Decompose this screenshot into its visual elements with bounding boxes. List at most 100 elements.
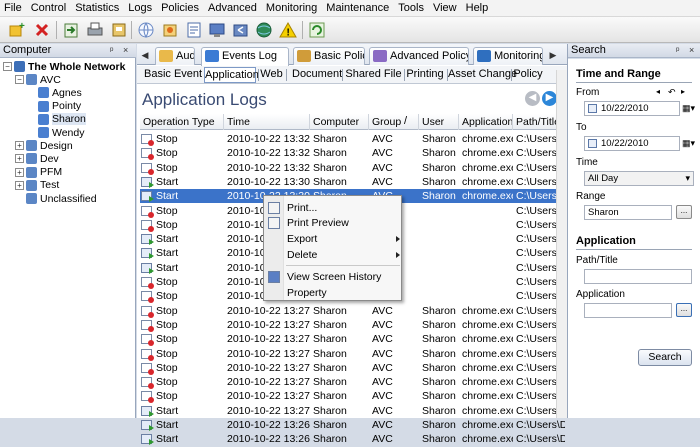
table-row[interactable]: Stop2010-10-22 13:27:45SharonAVCSharonch… bbox=[140, 361, 565, 375]
collapse-icon[interactable]: − bbox=[15, 75, 24, 85]
undo-arrow-icon[interactable]: ↶ bbox=[668, 87, 676, 98]
expand-icon[interactable]: + bbox=[15, 141, 24, 151]
table-row[interactable]: Stop2010-10-22 13:27:45SharonAVCSharonch… bbox=[140, 304, 565, 318]
menu-item-monitoring[interactable]: Monitoring bbox=[266, 2, 317, 14]
tree-item[interactable]: + PFM bbox=[15, 166, 62, 179]
subtab-policy[interactable]: Policy bbox=[513, 67, 543, 83]
range-browse-button[interactable]: ... bbox=[676, 205, 692, 219]
menu-item-advanced[interactable]: Advanced bbox=[208, 2, 257, 14]
subtab-web[interactable]: Web bbox=[259, 67, 284, 83]
application-browse-button[interactable]: ... bbox=[676, 303, 692, 317]
context-menu-item-property[interactable]: Property bbox=[287, 286, 327, 300]
menu-item-help[interactable]: Help bbox=[466, 2, 489, 14]
forward-icon[interactable]: ▶ bbox=[542, 91, 557, 106]
tab-audi[interactable]: Audi bbox=[155, 47, 195, 65]
close-icon[interactable]: × bbox=[689, 44, 694, 57]
vertical-scrollbar[interactable] bbox=[556, 70, 567, 418]
context-menu-item-print-preview[interactable]: Print Preview bbox=[287, 216, 349, 230]
tree-item[interactable]: + Test bbox=[15, 179, 59, 192]
subtab-basic-event[interactable]: Basic Event bbox=[144, 67, 202, 83]
tree-item[interactable]: Wendy bbox=[27, 126, 85, 139]
column-header[interactable]: Time bbox=[224, 114, 310, 130]
table-row[interactable]: Start2010-10-22 13:30:41SharonAVCSharonc… bbox=[140, 175, 565, 189]
context-menu-item-print[interactable]: Print... bbox=[287, 201, 317, 215]
expand-icon[interactable]: + bbox=[15, 154, 24, 164]
range-field[interactable]: Sharon bbox=[584, 205, 672, 220]
tab-scroll-right-icon[interactable]: ▶ bbox=[547, 48, 559, 62]
back-icon[interactable]: ◀ bbox=[525, 91, 540, 106]
context-menu-item-view-screen-history[interactable]: View Screen History bbox=[287, 270, 381, 284]
pin-icon[interactable]: ᵖ bbox=[110, 44, 113, 57]
menu-item-policies[interactable]: Policies bbox=[161, 2, 199, 14]
menu-item-control[interactable]: Control bbox=[31, 2, 66, 14]
prev-icon[interactable]: ◂ bbox=[656, 87, 660, 96]
delete-icon[interactable] bbox=[32, 20, 52, 40]
context-menu-item-export[interactable]: Export bbox=[287, 232, 317, 246]
refresh-icon[interactable] bbox=[307, 20, 327, 40]
tree-item[interactable]: + Design bbox=[15, 139, 73, 152]
menu-item-view[interactable]: View bbox=[433, 2, 457, 14]
column-header[interactable]: Operation Type bbox=[140, 114, 224, 130]
from-date-field[interactable]: 10/22/2010 bbox=[584, 101, 680, 116]
expand-icon[interactable]: + bbox=[15, 180, 24, 190]
table-row[interactable]: Stop2010-10-22 13:27:45SharonAVCSharonch… bbox=[140, 375, 565, 390]
next-icon[interactable]: ▸ bbox=[681, 87, 685, 96]
time-select[interactable]: All Day bbox=[584, 171, 694, 186]
subtab-printing[interactable]: Printing bbox=[405, 67, 445, 83]
table-row[interactable]: Start2010-10-22 13:26:44SharonAVCSharonc… bbox=[140, 418, 565, 432]
subtab-asset-change[interactable]: Asset Change bbox=[448, 67, 517, 83]
tab-events-log[interactable]: Events Log bbox=[201, 47, 289, 66]
table-row[interactable]: Stop2010-10-22 13:27:45SharonAVCSharonch… bbox=[140, 389, 565, 404]
backup-icon[interactable] bbox=[109, 20, 129, 40]
menu-item-logs[interactable]: Logs bbox=[128, 2, 152, 14]
table-row[interactable]: Start2010-10-22 13:26:44SharonAVCSharonc… bbox=[140, 432, 565, 446]
monitor-icon[interactable] bbox=[207, 20, 227, 40]
menu-item-file[interactable]: File bbox=[4, 2, 22, 14]
menu-item-maintenance[interactable]: Maintenance bbox=[326, 2, 389, 14]
application-field[interactable] bbox=[584, 303, 672, 318]
tree-item[interactable]: Sharon bbox=[27, 113, 86, 126]
collapse-icon[interactable]: − bbox=[3, 62, 12, 71]
globe-icon[interactable] bbox=[136, 20, 156, 40]
subtab-shared-file[interactable]: Shared File bbox=[345, 67, 402, 83]
import-icon[interactable] bbox=[61, 20, 81, 40]
search-button[interactable]: Search bbox=[638, 349, 692, 366]
tab-monitoring[interactable]: Monitoring bbox=[473, 47, 543, 65]
column-header[interactable]: User bbox=[419, 114, 459, 130]
table-row[interactable]: Stop2010-10-22 13:32:31SharonAVCSharonch… bbox=[140, 146, 565, 161]
table-row[interactable]: Stop2010-10-22 13:27:45SharonAVCSharonch… bbox=[140, 332, 565, 347]
close-icon[interactable]: × bbox=[123, 44, 128, 57]
path-title-field[interactable] bbox=[584, 269, 692, 284]
tree-item[interactable]: + Dev bbox=[15, 152, 59, 165]
table-row[interactable]: Stop2010-10-22 13:27:45SharonAVCSharonch… bbox=[140, 347, 565, 361]
pin-icon[interactable]: ᵖ bbox=[676, 44, 679, 57]
warning-icon[interactable]: ! bbox=[278, 20, 298, 40]
calendar-dropdown-icon[interactable]: ▦▾ bbox=[682, 138, 695, 149]
add-icon[interactable]: + bbox=[6, 20, 26, 40]
table-row[interactable]: Start2010-10-22 13:27:34SharonAVCSharonc… bbox=[140, 404, 565, 418]
column-header[interactable]: Computer bbox=[310, 114, 369, 130]
tab-scroll-left-icon[interactable]: ◀ bbox=[139, 48, 151, 62]
table-row[interactable]: Stop2010-10-22 13:32:31SharonAVCSharonch… bbox=[140, 132, 565, 146]
subtab-application[interactable]: Application bbox=[204, 67, 259, 83]
column-header[interactable]: Application bbox=[459, 114, 513, 130]
policy-icon[interactable] bbox=[160, 20, 180, 40]
tree-item[interactable]: − The Whole Network bbox=[3, 60, 125, 73]
to-date-field[interactable]: 10/22/2010 bbox=[584, 136, 680, 151]
report-icon[interactable] bbox=[184, 20, 204, 40]
undo-icon[interactable] bbox=[231, 20, 251, 40]
menu-item-statistics[interactable]: Statistics bbox=[75, 2, 119, 14]
network-icon[interactable] bbox=[254, 20, 274, 40]
tab-advanced-policy[interactable]: Advanced Policy bbox=[369, 47, 469, 65]
column-header[interactable]: Group bbox=[369, 114, 419, 130]
print-icon[interactable] bbox=[85, 20, 105, 40]
tab-basic-policy[interactable]: Basic Policy bbox=[293, 47, 365, 65]
tree-item[interactable]: − AVC bbox=[15, 73, 61, 86]
expand-icon[interactable]: + bbox=[15, 167, 24, 177]
tree-item[interactable]: Unclassified bbox=[15, 192, 97, 205]
menu-item-tools[interactable]: Tools bbox=[398, 2, 424, 14]
tree-item[interactable]: Agnes bbox=[27, 86, 82, 99]
table-row[interactable]: Stop2010-10-22 13:27:45SharonAVCSharonch… bbox=[140, 318, 565, 332]
tree-item[interactable]: Pointy bbox=[27, 100, 81, 113]
subtab-document[interactable]: Document bbox=[292, 67, 342, 83]
